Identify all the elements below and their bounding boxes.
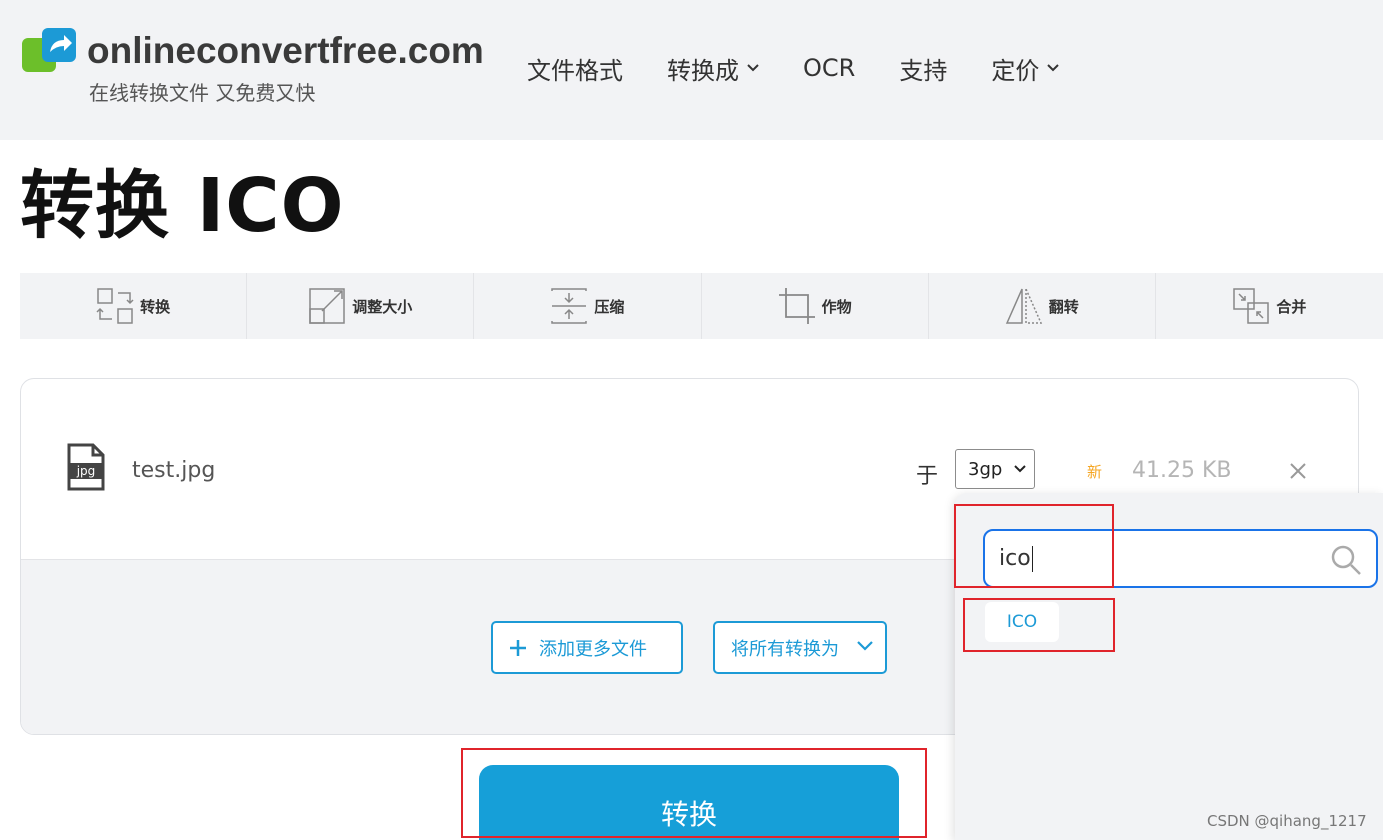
logo-icon[interactable] [22, 28, 78, 74]
nav-item-convert-to[interactable]: 转换成 [667, 51, 759, 86]
chevron-down-icon [747, 64, 759, 72]
text-caret [1031, 545, 1033, 572]
site-header: onlineconvertfree.com 在线转换文件 又免费又快 文件格式 … [0, 0, 1383, 140]
file-size: 41.25 KB [1132, 458, 1232, 483]
plus-icon [510, 639, 526, 656]
flip-icon [1005, 288, 1042, 324]
convert-button[interactable]: 转换 [479, 765, 899, 840]
tool-crop[interactable]: 作物 [702, 273, 929, 339]
chevron-down-icon [857, 641, 873, 651]
to-label: 于 [916, 464, 939, 489]
tool-label: 作物 [821, 297, 852, 316]
tool-convert[interactable]: 转换 [20, 273, 248, 339]
format-option-ico[interactable]: ICO [985, 602, 1059, 642]
tool-resize[interactable]: 调整大小 [247, 273, 475, 339]
site-tagline: 在线转换文件 又免费又快 [89, 81, 316, 105]
nav-label: 转换成 [667, 56, 739, 85]
nav-item-file-formats[interactable]: 文件格式 [527, 51, 623, 86]
format-search-value: ico [999, 546, 1031, 571]
tool-label: 压缩 [594, 297, 625, 316]
tool-label: 翻转 [1048, 297, 1079, 316]
chevron-down-icon [1014, 465, 1026, 473]
jpg-file-icon: jpg [67, 443, 105, 491]
convert-icon [96, 288, 134, 324]
format-search-input[interactable]: ico [983, 529, 1378, 588]
tool-label: 调整大小 [352, 297, 413, 316]
file-name: test.jpg [132, 458, 216, 483]
nav-label: 文件格式 [527, 56, 623, 85]
crop-icon [778, 288, 815, 324]
resize-icon [309, 288, 345, 324]
tool-label: 转换 [140, 297, 171, 316]
site-name[interactable]: onlineconvertfree.com [87, 30, 484, 72]
convert-all-button[interactable]: 将所有转换为 [713, 621, 887, 674]
convert-all-label: 将所有转换为 [731, 638, 839, 660]
file-icon-label: jpg [76, 464, 96, 478]
nav-item-pricing[interactable]: 定价 [991, 51, 1060, 86]
add-more-files-button[interactable]: 添加更多文件 [491, 621, 683, 674]
nav-item-ocr[interactable]: OCR [803, 54, 855, 82]
tool-flip[interactable]: 翻转 [929, 273, 1156, 339]
format-select[interactable]: 3gp [955, 449, 1035, 489]
nav-label: 定价 [991, 56, 1040, 85]
format-select-value: 3gp [968, 458, 1003, 480]
tool-label: 合并 [1276, 297, 1307, 316]
tool-merge[interactable]: 合并 [1156, 273, 1383, 339]
nav-item-support[interactable]: 支持 [899, 51, 947, 86]
merge-icon [1233, 288, 1270, 324]
nav-label: OCR [803, 54, 856, 82]
new-badge: 新 [1087, 463, 1103, 481]
add-more-files-label: 添加更多文件 [539, 638, 647, 660]
close-icon[interactable] [1288, 461, 1308, 481]
tool-compress[interactable]: 压缩 [474, 273, 702, 339]
format-dropdown: ico ICO [955, 493, 1383, 840]
nav-label: 支持 [899, 56, 948, 85]
chevron-down-icon [1047, 64, 1060, 72]
page-title: 转换 ICO [20, 163, 345, 249]
convert-button-label: 转换 [660, 798, 717, 831]
main-nav: 文件格式 转换成 OCR 支持 定价 [527, 51, 1103, 86]
compress-icon [551, 288, 588, 324]
watermark: CSDN @qihang_1217 [1207, 812, 1367, 830]
tool-bar: 转换 调整大小 压缩 作物 翻转 合并 [20, 273, 1383, 339]
search-icon[interactable] [1330, 544, 1362, 576]
